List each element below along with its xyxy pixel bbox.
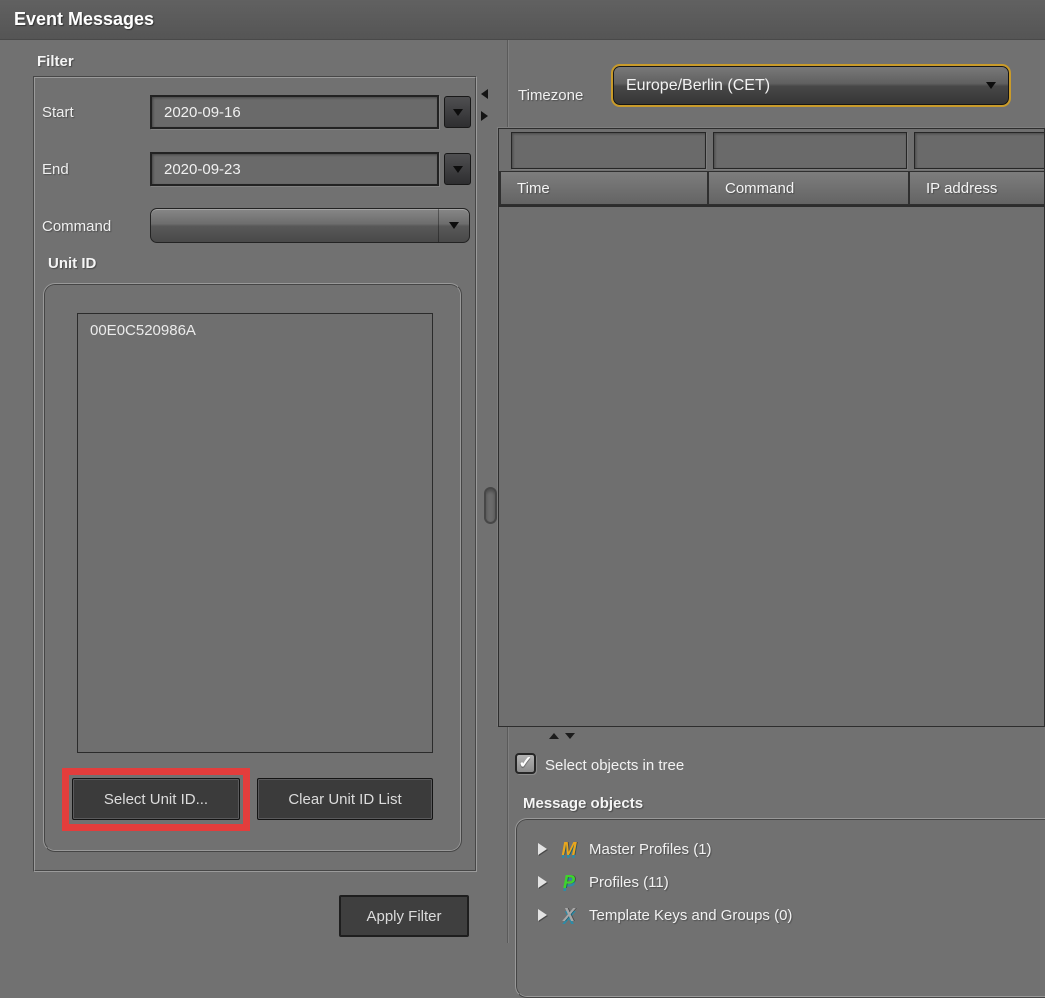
tree-item-label[interactable]: Template Keys and Groups (0) xyxy=(589,907,792,924)
unit-id-group-label: Unit ID xyxy=(48,255,96,272)
time-column-filter-input[interactable] xyxy=(511,132,706,169)
tree-item-profiles[interactable]: P Profiles (11) xyxy=(538,869,669,895)
start-date-dropdown-button[interactable] xyxy=(444,96,471,128)
page-title-text: Event Messages xyxy=(14,9,154,30)
chevron-down-icon xyxy=(453,166,463,173)
filter-group-label: Filter xyxy=(37,53,74,70)
select-objects-checkbox-label: Select objects in tree xyxy=(545,757,684,774)
timezone-combobox[interactable]: Europe/Berlin (CET) xyxy=(611,64,1011,107)
command-combobox[interactable] xyxy=(150,208,470,243)
command-combobox-arrow[interactable] xyxy=(438,209,469,242)
clear-unit-id-list-button[interactable]: Clear Unit ID List xyxy=(257,778,433,820)
tree-item-label[interactable]: Master Profiles (1) xyxy=(589,841,712,858)
message-objects-group-label: Message objects xyxy=(523,795,643,812)
column-header-ip-address[interactable]: IP address xyxy=(910,172,1045,204)
chevron-down-icon xyxy=(449,222,459,229)
select-unit-id-button[interactable]: Select Unit ID... xyxy=(72,778,240,820)
splitter-collapse-left-icon[interactable] xyxy=(481,89,488,99)
start-date-label: Start xyxy=(42,104,74,121)
unit-id-listbox[interactable]: 00E0C520986A xyxy=(77,313,433,753)
checkmark-icon: ✓ xyxy=(518,753,532,773)
tree-item-label[interactable]: Profiles (11) xyxy=(589,874,669,891)
profile-icon: P xyxy=(558,872,580,893)
ip-address-column-filter-input[interactable] xyxy=(914,132,1045,169)
template-key-icon: X xyxy=(558,905,580,926)
timezone-combobox-value: Europe/Berlin (CET) xyxy=(613,77,973,95)
start-date-field[interactable]: 2020-09-16 xyxy=(150,95,439,129)
end-date-label: End xyxy=(42,161,69,178)
table-scroll-up-icon[interactable] xyxy=(549,733,559,739)
timezone-label: Timezone xyxy=(518,87,583,104)
page-title: Event Messages xyxy=(0,0,1045,40)
splitter-expand-right-icon[interactable] xyxy=(481,111,488,121)
chevron-down-icon xyxy=(986,82,996,89)
unit-id-list-item[interactable]: 00E0C520986A xyxy=(90,322,420,339)
master-profile-icon: M xyxy=(558,839,580,860)
select-objects-checkbox[interactable]: ✓ xyxy=(515,753,536,774)
tree-expand-icon[interactable] xyxy=(538,876,547,888)
apply-filter-button[interactable]: Apply Filter xyxy=(339,895,469,937)
tree-item-template-keys-groups[interactable]: X Template Keys and Groups (0) xyxy=(538,902,792,928)
tree-item-master-profiles[interactable]: M Master Profiles (1) xyxy=(538,836,712,862)
chevron-down-icon xyxy=(453,109,463,116)
table-scroll-down-icon[interactable] xyxy=(565,733,575,739)
event-messages-table: Time Command IP address xyxy=(498,128,1045,727)
command-label: Command xyxy=(42,218,111,235)
end-date-dropdown-button[interactable] xyxy=(444,153,471,185)
column-header-time[interactable]: Time xyxy=(501,172,707,204)
tree-expand-icon[interactable] xyxy=(538,909,547,921)
splitter-grip-handle[interactable] xyxy=(484,487,497,524)
column-header-command[interactable]: Command xyxy=(709,172,908,204)
timezone-combobox-arrow[interactable] xyxy=(973,66,1009,105)
command-column-filter-input[interactable] xyxy=(713,132,907,169)
tree-expand-icon[interactable] xyxy=(538,843,547,855)
table-body xyxy=(499,205,1045,727)
end-date-field[interactable]: 2020-09-23 xyxy=(150,152,439,186)
table-header-row: Time Command IP address xyxy=(499,171,1045,205)
